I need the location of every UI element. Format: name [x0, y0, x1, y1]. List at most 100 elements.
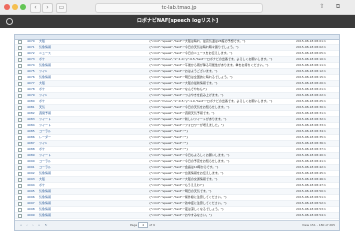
- table-row[interactable]: 4099 気象情報 {"cmd":"speak","text":"おやすみなさい。"…: [15, 213, 339, 219]
- row-id[interactable]: 4076: [27, 75, 37, 80]
- prev-page-icon[interactable]: ‹: [25, 221, 29, 230]
- row-id[interactable]: 4092: [27, 171, 37, 176]
- row-checkbox[interactable]: [18, 94, 22, 98]
- row-checkbox[interactable]: [18, 88, 22, 92]
- row-checkbox[interactable]: [18, 190, 22, 194]
- row-id[interactable]: 4086: [27, 135, 37, 140]
- row-checkbox[interactable]: [18, 58, 22, 62]
- row-checkbox[interactable]: [18, 208, 22, 212]
- row-id[interactable]: 4094: [27, 183, 37, 188]
- row-category[interactable]: ツイート: [39, 153, 65, 158]
- row-category[interactable]: ボケ: [39, 183, 65, 188]
- row-category[interactable]: 大阪: [39, 39, 65, 44]
- row-checkbox[interactable]: [18, 136, 22, 140]
- row-category[interactable]: ツイート: [39, 117, 65, 122]
- row-category[interactable]: ツイ1: [39, 93, 65, 98]
- row-id[interactable]: 4083: [27, 117, 37, 122]
- row-checkbox[interactable]: [18, 154, 22, 158]
- zoom-window-button[interactable]: [20, 4, 26, 10]
- row-checkbox[interactable]: [18, 202, 22, 206]
- row-category[interactable]: 週間予報: [39, 111, 65, 116]
- row-checkbox[interactable]: [18, 40, 22, 44]
- refresh-icon[interactable]: ↻: [44, 221, 48, 230]
- row-checkbox[interactable]: [18, 148, 22, 152]
- sidebar-icon[interactable]: ▭: [56, 3, 67, 13]
- row-checkbox[interactable]: [18, 76, 22, 80]
- row-category[interactable]: 気象情報: [39, 207, 65, 212]
- row-category[interactable]: ツイート: [39, 123, 65, 128]
- row-checkbox[interactable]: [18, 82, 22, 86]
- row-id[interactable]: 4080: [27, 99, 37, 104]
- row-category[interactable]: 気象情報: [39, 45, 65, 50]
- row-category[interactable]: ボケ: [39, 87, 65, 92]
- row-category[interactable]: 気象情報: [39, 213, 65, 218]
- forward-icon[interactable]: ›: [42, 3, 53, 13]
- row-id[interactable]: 4077: [27, 81, 37, 86]
- row-checkbox[interactable]: [18, 130, 22, 134]
- row-checkbox[interactable]: [18, 100, 22, 104]
- next-page-icon[interactable]: ›: [31, 221, 35, 230]
- last-page-icon[interactable]: »: [37, 221, 41, 230]
- row-id[interactable]: 4089: [27, 153, 37, 158]
- row-checkbox[interactable]: [18, 178, 22, 182]
- row-checkbox[interactable]: [18, 172, 22, 176]
- row-id[interactable]: 4099: [27, 213, 37, 218]
- close-window-button[interactable]: [4, 4, 10, 10]
- row-checkbox[interactable]: [18, 106, 22, 110]
- row-id[interactable]: 4079: [27, 93, 37, 98]
- address-bar[interactable]: tc-lab.tmao.jp: [95, 3, 263, 13]
- row-checkbox[interactable]: [18, 52, 22, 56]
- row-category[interactable]: コーラル: [39, 129, 65, 134]
- row-checkbox[interactable]: [18, 196, 22, 200]
- row-category[interactable]: 気象情報: [39, 171, 65, 176]
- row-id[interactable]: 4084: [27, 123, 37, 128]
- row-id[interactable]: 4093: [27, 177, 37, 182]
- row-category[interactable]: ボケ: [39, 147, 65, 152]
- row-checkbox[interactable]: [18, 142, 22, 146]
- row-category[interactable]: コーラル: [39, 165, 65, 170]
- row-id[interactable]: 4091: [27, 165, 37, 170]
- row-id[interactable]: 4097: [27, 201, 37, 206]
- row-id[interactable]: 4088: [27, 147, 37, 152]
- row-checkbox[interactable]: [18, 118, 22, 122]
- row-category[interactable]: ボケ: [39, 57, 65, 62]
- row-id[interactable]: 4072: [27, 51, 37, 56]
- row-category[interactable]: ニュース: [39, 51, 65, 56]
- row-category[interactable]: コーラル: [39, 159, 65, 164]
- row-checkbox[interactable]: [18, 112, 22, 116]
- row-id[interactable]: 4081: [27, 105, 37, 110]
- row-checkbox[interactable]: [18, 70, 22, 74]
- back-icon[interactable]: ‹: [30, 3, 41, 13]
- row-id[interactable]: 4087: [27, 141, 37, 146]
- row-category[interactable]: 気象情報: [39, 75, 65, 80]
- row-id[interactable]: 4082: [27, 111, 37, 116]
- row-category[interactable]: 気象情報: [39, 201, 65, 206]
- row-checkbox[interactable]: [18, 124, 22, 128]
- minimize-window-button[interactable]: [12, 4, 18, 10]
- row-category[interactable]: 気象情報: [39, 195, 65, 200]
- row-id[interactable]: 4073: [27, 57, 37, 62]
- row-category[interactable]: 気象情報: [39, 63, 65, 68]
- row-checkbox[interactable]: [18, 160, 22, 164]
- row-id[interactable]: 4085: [27, 129, 37, 134]
- row-id[interactable]: 4098: [27, 207, 37, 212]
- row-checkbox[interactable]: [18, 166, 22, 170]
- row-id[interactable]: 4095: [27, 189, 37, 194]
- row-category[interactable]: 大阪: [39, 177, 65, 182]
- row-category[interactable]: ボケ: [39, 99, 65, 104]
- row-checkbox[interactable]: [18, 214, 22, 218]
- row-category[interactable]: 天気: [39, 105, 65, 110]
- share-icon[interactable]: ⇧: [318, 3, 326, 11]
- row-category[interactable]: 気象情報: [39, 189, 65, 194]
- row-id[interactable]: 4074: [27, 63, 37, 68]
- row-category[interactable]: 大阪: [39, 81, 65, 86]
- row-id[interactable]: 4075: [27, 69, 37, 74]
- page-input[interactable]: 4: [138, 222, 149, 228]
- row-category[interactable]: レーダー: [39, 135, 65, 140]
- row-id[interactable]: 4090: [27, 159, 37, 164]
- row-id[interactable]: 4078: [27, 87, 37, 92]
- row-category[interactable]: ツイ1: [39, 141, 65, 146]
- row-id[interactable]: 4070: [27, 39, 37, 44]
- first-page-icon[interactable]: «: [19, 221, 23, 230]
- row-checkbox[interactable]: [18, 184, 22, 188]
